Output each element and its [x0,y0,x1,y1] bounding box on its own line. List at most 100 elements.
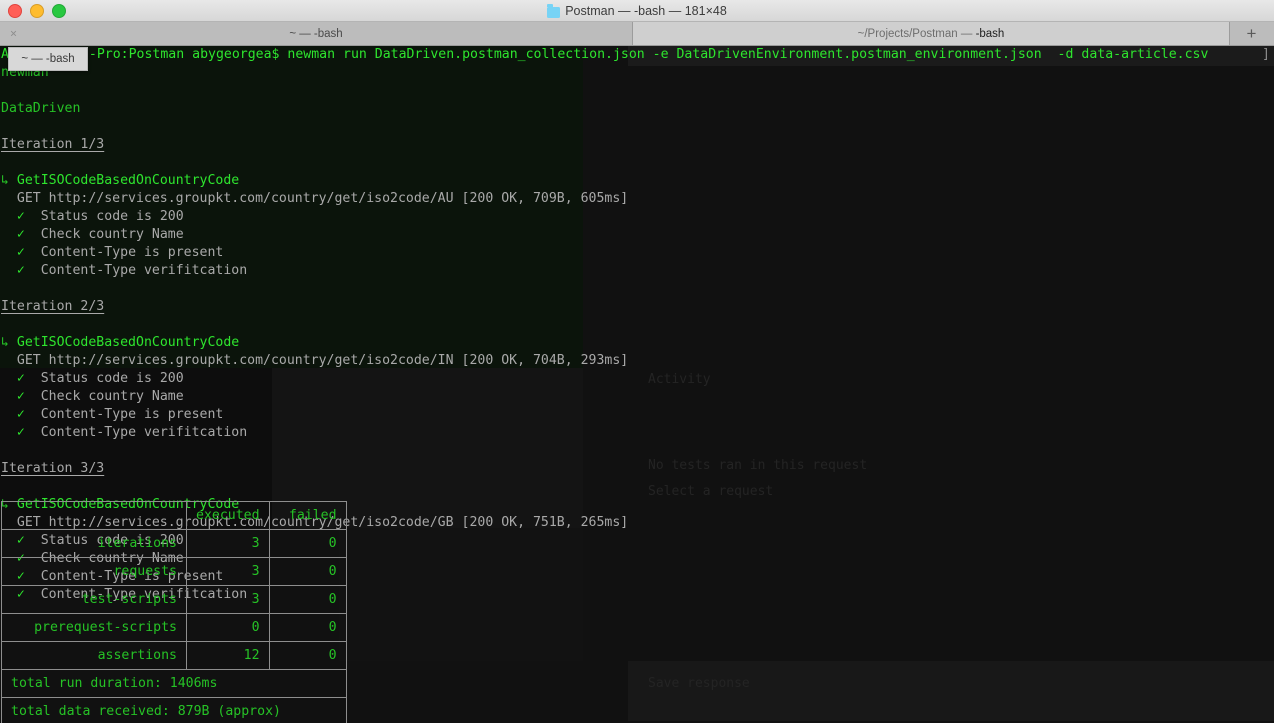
maximize-window-button[interactable] [52,4,66,18]
table-row: prerequest-scripts 0 0 [2,614,347,642]
table-row: requests 3 0 [2,558,347,586]
terminal-window: Postman — -bash — 181×48 × ~ — -bash ~/P… [0,0,1274,723]
summary-row-label: test-scripts [2,586,187,614]
assertion-label: Content-Type verifitcation [41,263,247,278]
minimize-window-button[interactable] [30,4,44,18]
check-icon: ✓ [17,407,25,422]
iteration-2-assertion-2: ✓ Content-Type is present [0,406,1274,424]
wrapped-bracket: ] [1262,46,1270,64]
prompt-command: newman run DataDriven.postman_collection… [287,47,1208,62]
new-tab-button[interactable]: + [1230,22,1273,45]
iteration-1-assertion-1: ✓ Check country Name [0,226,1274,244]
close-icon[interactable]: × [8,28,19,39]
table-row: assertions 12 0 [2,642,347,670]
summary-table: executed failed iterations 3 0 requests … [1,501,347,723]
iteration-2-request-line: GET http://services.groupkt.com/country/… [17,353,628,368]
check-icon: ✓ [17,209,25,224]
branch-icon: ↳ [1,335,9,350]
iteration-3-heading-row: Iteration 3/3 [0,460,1274,478]
total-data-received: total data received: 879B (approx) [2,698,347,723]
assertion-label: Status code is 200 [41,371,184,386]
blank-line-6 [0,442,1274,460]
summary-row-executed: 0 [187,614,270,642]
collection-name: DataDriven [0,100,1274,118]
iteration-2-assertion-0: ✓ Status code is 200 [0,370,1274,388]
iteration-1-assertion-3: ✓ Content-Type verifitcation [0,262,1274,280]
run-summary: executed failed iterations 3 0 requests … [1,501,347,723]
check-icon: ✓ [17,425,25,440]
tab-path-text: ~/Projects/Postman — [858,28,976,40]
prompt-user: abygeorgea$ [192,47,279,62]
iteration-2-request-line-row: GET http://services.groupkt.com/country/… [0,352,1274,370]
iteration-3-heading: Iteration 3/3 [1,461,104,476]
tab-home-bash-label: ~ — -bash [289,28,342,40]
tab-tooltip: ~ — -bash [8,47,88,71]
assertion-label: Status code is 200 [41,209,184,224]
assertion-label: Content-Type is present [41,407,224,422]
table-header-row: executed failed [2,502,347,530]
iteration-2-heading: Iteration 2/3 [1,299,104,314]
prompt-host-suffix: -Pro:Postman [89,47,184,62]
tab-home-bash[interactable]: × ~ — -bash [0,22,633,45]
iteration-2-assertion-1: ✓ Check country Name [0,388,1274,406]
window-controls [8,4,66,18]
iteration-1-request-name: GetISOCodeBasedOnCountryCode [17,173,239,188]
background-panel-bottom-right [628,661,1274,721]
iteration-2-heading-row: Iteration 2/3 [0,298,1274,316]
summary-row-executed: 3 [187,586,270,614]
blank-line-2 [0,118,1274,136]
iteration-1-assertion-0: ✓ Status code is 200 [0,208,1274,226]
summary-row-failed: 0 [269,558,346,586]
window-titlebar: Postman — -bash — 181×48 [0,0,1274,22]
tab-projects-postman[interactable]: ~/Projects/Postman — -bash [633,22,1230,45]
summary-row-executed: 3 [187,530,270,558]
window-title-text: Postman — -bash — 181×48 [565,0,727,22]
table-row: test-scripts 3 0 [2,586,347,614]
iteration-1-request-line: GET http://services.groupkt.com/country/… [17,191,628,206]
assertion-label: Content-Type verifitcation [41,425,247,440]
tab-projects-postman-label: ~/Projects/Postman — -bash [858,28,1005,40]
blank-line-7 [0,478,1274,496]
folder-icon [547,7,560,18]
newman-banner: newman [0,64,1274,82]
check-icon: ✓ [17,245,25,260]
summary-row-executed: 3 [187,558,270,586]
summary-row-label: iterations [2,530,187,558]
close-window-button[interactable] [8,4,22,18]
terminal-body[interactable]: Activity No tests ran in this request Se… [0,46,1274,723]
terminal-prompt-line: Ab -Pro:Postman abygeorgea$ newman run D… [0,46,1274,64]
iteration-2-request-name: GetISOCodeBasedOnCountryCode [17,335,239,350]
iteration-1-request-line-row: GET http://services.groupkt.com/country/… [0,190,1274,208]
table-row: iterations 3 0 [2,530,347,558]
check-icon: ✓ [17,263,25,278]
iteration-1-request-name-row: ↳ GetISOCodeBasedOnCountryCode [0,172,1274,190]
tab-shell-text: -bash [976,28,1005,40]
window-title: Postman — -bash — 181×48 [0,0,1274,22]
summary-row-failed: 0 [269,642,346,670]
total-duration-row: total run duration: 1406ms [2,670,347,698]
summary-row-failed: 0 [269,530,346,558]
assertion-label: Content-Type is present [41,245,224,260]
blank-line-4 [0,280,1274,298]
check-icon: ✓ [17,371,25,386]
iteration-2-request-name-row: ↳ GetISOCodeBasedOnCountryCode [0,334,1274,352]
background-ghost-text-d: Save response [648,676,750,691]
summary-row-executed: 12 [187,642,270,670]
summary-row-label: assertions [2,642,187,670]
summary-row-label: prerequest-scripts [2,614,187,642]
iteration-1-heading: Iteration 1/3 [1,137,104,152]
total-data-row: total data received: 879B (approx) [2,698,347,723]
blank-line-1 [0,82,1274,100]
iteration-1-assertion-2: ✓ Content-Type is present [0,244,1274,262]
blank-line-3 [0,154,1274,172]
summary-header-failed: failed [269,502,346,530]
summary-header-blank [2,502,187,530]
check-icon: ✓ [17,227,25,242]
tab-bar: × ~ — -bash ~/Projects/Postman — -bash + [0,22,1274,46]
iteration-1-heading-row: Iteration 1/3 [0,136,1274,154]
summary-header-executed: executed [187,502,270,530]
total-run-duration: total run duration: 1406ms [2,670,347,698]
assertion-label: Check country Name [41,227,184,242]
assertion-label: Check country Name [41,389,184,404]
blank-line-5 [0,316,1274,334]
